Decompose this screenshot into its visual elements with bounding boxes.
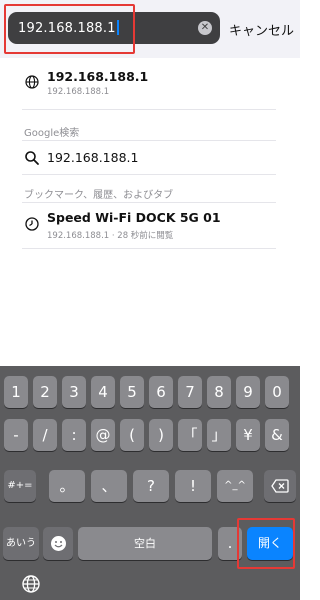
key-period-jp[interactable]: 。 xyxy=(49,470,85,502)
suggestion-top-hit-title: 192.168.188.1 xyxy=(47,69,149,84)
divider xyxy=(22,174,276,175)
key-open-paren[interactable]: ( xyxy=(120,419,144,451)
suggestion-history-subtitle: 192.168.188.1 · 28 秒前に閲覧 xyxy=(47,231,174,241)
emoji-key[interactable] xyxy=(43,527,73,560)
key-6[interactable]: 6 xyxy=(149,376,173,408)
key-kana[interactable]: あいう xyxy=(3,527,39,560)
key-3[interactable]: 3 xyxy=(62,376,86,408)
key-exclamation[interactable]: ! xyxy=(175,470,211,502)
key-slash[interactable]: / xyxy=(33,419,57,451)
cancel-button[interactable]: キャンセル xyxy=(229,20,294,39)
globe-icon[interactable] xyxy=(21,574,41,594)
key-5[interactable]: 5 xyxy=(120,376,144,408)
key-1[interactable]: 1 xyxy=(4,376,28,408)
divider xyxy=(22,248,276,249)
key-at[interactable]: @ xyxy=(91,419,115,451)
address-input-highlight xyxy=(4,4,135,54)
key-2[interactable]: 2 xyxy=(33,376,57,408)
search-icon xyxy=(25,151,39,165)
key-open-bracket[interactable]: 「 xyxy=(178,419,202,451)
key-4[interactable]: 4 xyxy=(91,376,115,408)
clear-icon[interactable]: ✕ xyxy=(198,21,212,35)
key-colon[interactable]: : xyxy=(62,419,86,451)
key-0[interactable]: 0 xyxy=(265,376,289,408)
divider xyxy=(22,109,276,110)
suggestion-history-title: Speed Wi-Fi DOCK 5G 01 xyxy=(47,210,221,225)
divider xyxy=(22,202,276,203)
globe-icon xyxy=(25,75,39,89)
key-8[interactable]: 8 xyxy=(207,376,231,408)
key-9[interactable]: 9 xyxy=(236,376,260,408)
key-close-paren[interactable]: ) xyxy=(149,419,173,451)
google-section-label: Google検索 xyxy=(24,128,80,139)
open-button-highlight xyxy=(237,518,295,569)
suggestion-google-query: 192.168.188.1 xyxy=(47,150,139,165)
key-ampersand[interactable]: & xyxy=(265,419,289,451)
key-hyphen[interactable]: - xyxy=(4,419,28,451)
delete-icon xyxy=(271,479,289,493)
delete-key[interactable] xyxy=(264,470,296,502)
clock-icon xyxy=(25,217,39,231)
suggestion-top-hit-subtitle: 192.168.188.1 xyxy=(47,87,110,97)
key-symbols-toggle[interactable]: #+= xyxy=(4,470,36,502)
bookmarks-section-label: ブックマーク、履歴、およびタブ xyxy=(24,190,174,201)
key-question[interactable]: ? xyxy=(133,470,169,502)
key-yen[interactable]: ¥ xyxy=(236,419,260,451)
divider xyxy=(22,140,276,141)
key-comma-jp[interactable]: 、 xyxy=(91,470,127,502)
key-close-bracket[interactable]: 」 xyxy=(207,419,231,451)
emoji-icon xyxy=(50,536,66,551)
key-7[interactable]: 7 xyxy=(178,376,202,408)
space-key[interactable]: 空白 xyxy=(78,527,212,560)
key-emoticon[interactable]: ^_^ xyxy=(217,470,253,502)
